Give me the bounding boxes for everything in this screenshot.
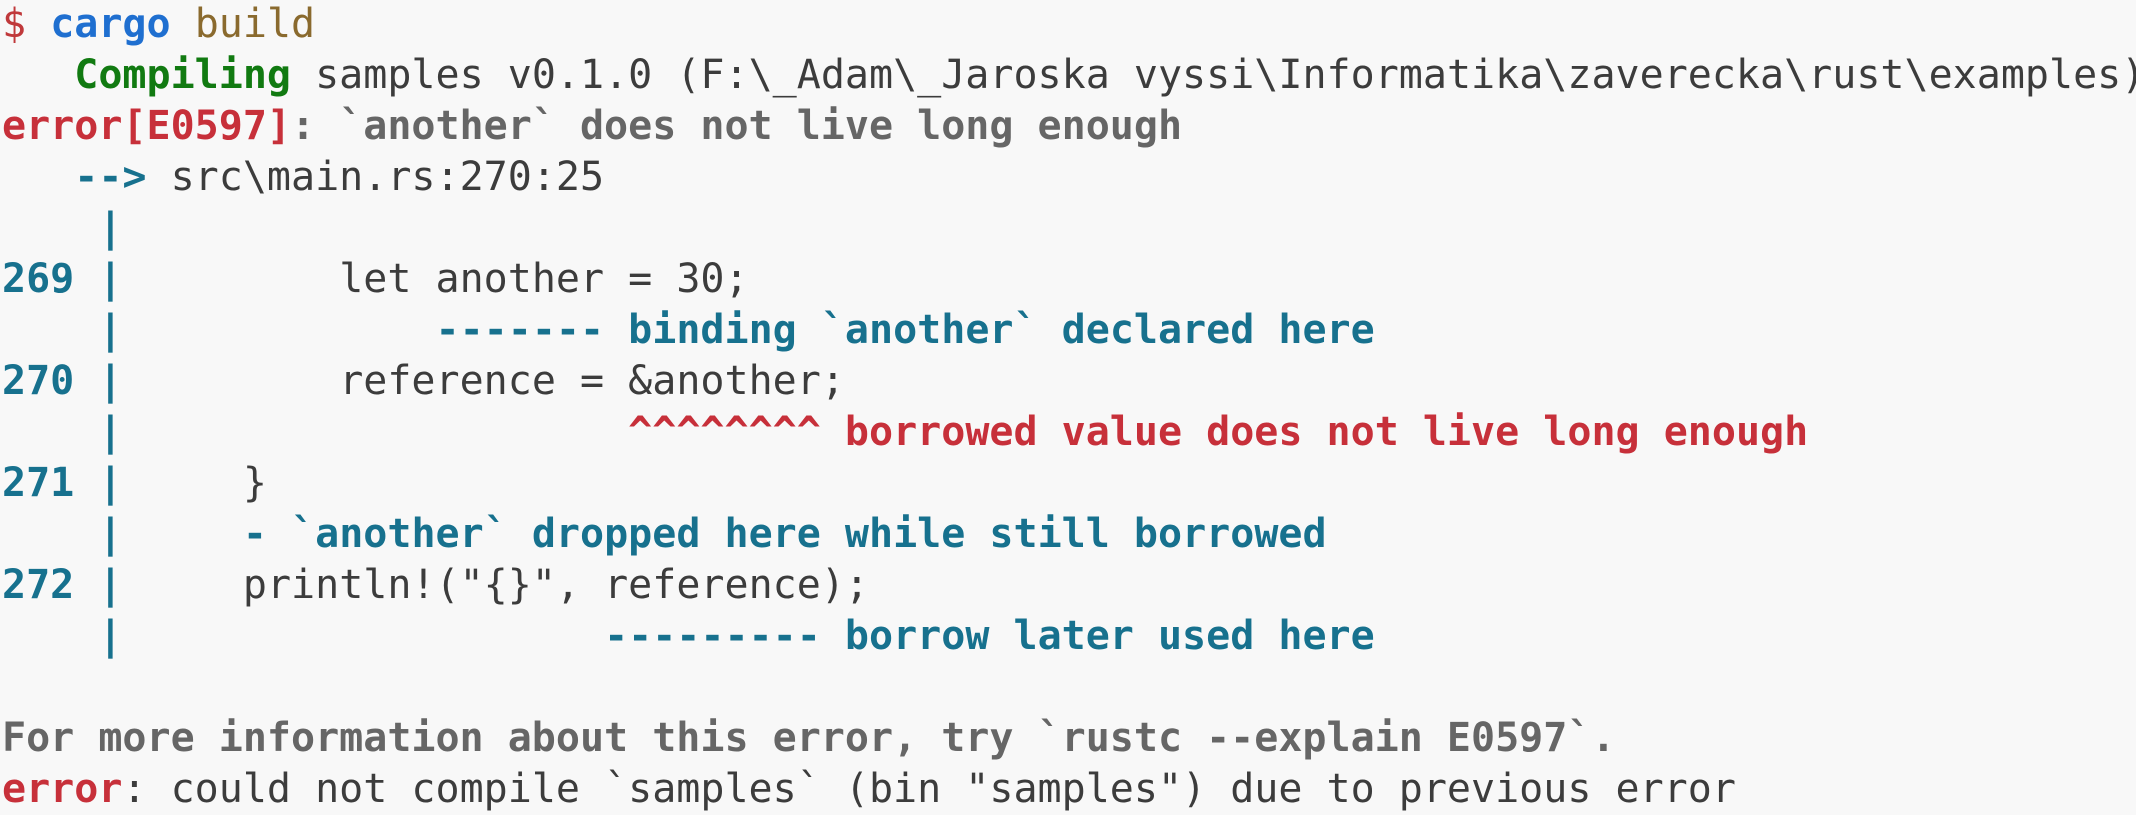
prompt-symbol: $: [2, 1, 27, 47]
command-line: $ cargo build: [2, 0, 315, 50]
line-number: 271: [2, 460, 75, 506]
gutter-bar: |: [98, 307, 123, 353]
borrow-annotation: borrowed value does not live long enough: [844, 409, 1809, 455]
error-message: : `another` does not live long enough: [290, 103, 1183, 149]
line-number: 270: [2, 358, 75, 404]
annotation-line: | ^^^^^^^^ borrowed value does not live …: [2, 407, 1808, 458]
location-line: --> src\main.rs:270:25: [2, 152, 604, 203]
later-annotation: borrow later used here: [844, 613, 1375, 659]
annotation-line: | ------- binding `another` declared her…: [2, 305, 1375, 356]
line-number: 272: [2, 562, 75, 608]
gutter-bar: |: [98, 409, 123, 455]
code-text: }: [146, 460, 267, 506]
compiling-line: Compiling samples v0.1.0 (F:\_Adam\_Jaro…: [2, 50, 2136, 101]
borrow-marker: ^^^^^^^^: [628, 409, 821, 455]
gutter-bar: |: [98, 358, 123, 404]
declared-marker: -------: [435, 307, 605, 353]
error-header-line: error[E0597]: `another` does not live lo…: [2, 101, 1182, 152]
final-error-label: error: [2, 766, 123, 812]
final-error-line: error: could not compile `samples` (bin …: [2, 764, 1736, 815]
compiling-target: samples v0.1.0 (F:\_Adam\_Jaroska vyssi\…: [315, 52, 2136, 98]
dropped-annotation: `another` dropped here while still borro…: [291, 511, 1327, 557]
command-name: cargo: [50, 1, 171, 47]
annotation-line: | - `another` dropped here while still b…: [2, 509, 1327, 560]
gutter-line: |: [2, 203, 122, 254]
gutter-bar: |: [98, 613, 123, 659]
code-line: 271 | }: [2, 458, 267, 509]
error-code-label: error[E0597]: [2, 103, 291, 149]
compiling-label: Compiling: [74, 52, 291, 98]
help-line: For more information about this error, t…: [2, 715, 1616, 761]
location-arrow: -->: [74, 154, 147, 200]
code-text: println!("{}", reference);: [146, 562, 869, 608]
gutter-bar: |: [98, 256, 123, 302]
code-line: 270 | reference = &another;: [2, 356, 845, 407]
command-argument: build: [194, 1, 316, 47]
later-marker: ---------: [604, 613, 821, 659]
gutter-bar: |: [98, 511, 123, 557]
code-text: reference = &another;: [146, 358, 845, 404]
annotation-line: | --------- borrow later used here: [2, 611, 1375, 662]
code-text: let another = 30;: [146, 256, 749, 302]
code-line: 269 | let another = 30;: [2, 254, 749, 305]
terminal-output[interactable]: $ cargo build Compiling samples v0.1.0 (…: [2, 0, 2136, 815]
line-number: 269: [2, 256, 75, 302]
dropped-marker: -: [242, 511, 267, 557]
gutter-bar: |: [98, 562, 123, 608]
gutter-bar: |: [98, 460, 123, 506]
declared-annotation: binding `another` declared here: [628, 307, 1375, 353]
location-path: src\main.rs:270:25: [170, 154, 605, 200]
gutter-bar: |: [98, 205, 123, 251]
final-error-message: : could not compile `samples` (bin "samp…: [122, 766, 1736, 812]
code-line: 272 | println!("{}", reference);: [2, 560, 869, 611]
